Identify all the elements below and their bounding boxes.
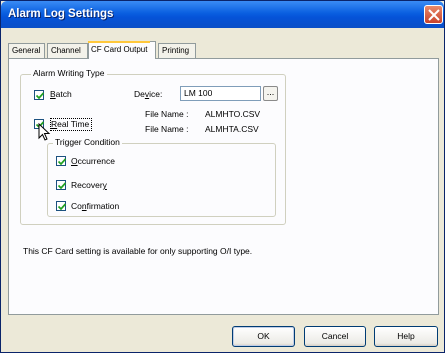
close-icon	[428, 9, 440, 21]
checkmark-icon	[35, 92, 45, 100]
recovery-checkbox[interactable]	[56, 180, 67, 190]
mouse-cursor-icon	[38, 123, 51, 141]
occurrence-label[interactable]: Occurrence	[71, 156, 115, 166]
tab-general[interactable]: General	[8, 43, 45, 58]
confirmation-checkbox[interactable]	[56, 201, 67, 211]
file-name-label-1: File Name :	[145, 109, 189, 119]
ok-button[interactable]: OK	[232, 326, 295, 347]
checkmark-icon	[57, 158, 67, 166]
title-bar[interactable]: Alarm Log Settings	[1, 1, 444, 28]
cancel-button[interactable]: Cancel	[304, 326, 366, 347]
real-time-label[interactable]: Real Time	[51, 119, 89, 129]
note-text: This CF Card setting is available for on…	[23, 246, 253, 256]
device-input[interactable]: LM 100	[180, 86, 261, 101]
tab-channel[interactable]: Channel	[47, 43, 88, 58]
trigger-condition-legend: Trigger Condition	[53, 137, 122, 147]
recovery-label[interactable]: Recovery	[71, 180, 107, 190]
tab-cf-card-output[interactable]: CF Card Output	[88, 41, 156, 59]
file-name-value-2: ALMHTA.CSV	[205, 124, 259, 134]
file-name-value-1: ALMHTO.CSV	[205, 109, 261, 119]
confirmation-label[interactable]: Confirmation	[71, 201, 119, 211]
batch-checkbox[interactable]	[34, 90, 45, 100]
file-name-label-2: File Name :	[145, 124, 189, 134]
window-title: Alarm Log Settings	[8, 8, 114, 20]
help-button[interactable]: Help	[374, 326, 438, 347]
checkmark-icon	[57, 182, 67, 190]
checkmark-icon	[57, 203, 67, 211]
tab-printing[interactable]: Printing	[158, 43, 196, 58]
device-browse-button[interactable]: ...	[263, 86, 278, 101]
occurrence-checkbox[interactable]	[56, 156, 67, 166]
alarm-writing-type-legend: Alarm Writing Type	[31, 68, 107, 78]
close-button[interactable]	[424, 5, 443, 24]
batch-label[interactable]: Batch	[50, 89, 72, 99]
device-label: Device:	[134, 89, 163, 99]
